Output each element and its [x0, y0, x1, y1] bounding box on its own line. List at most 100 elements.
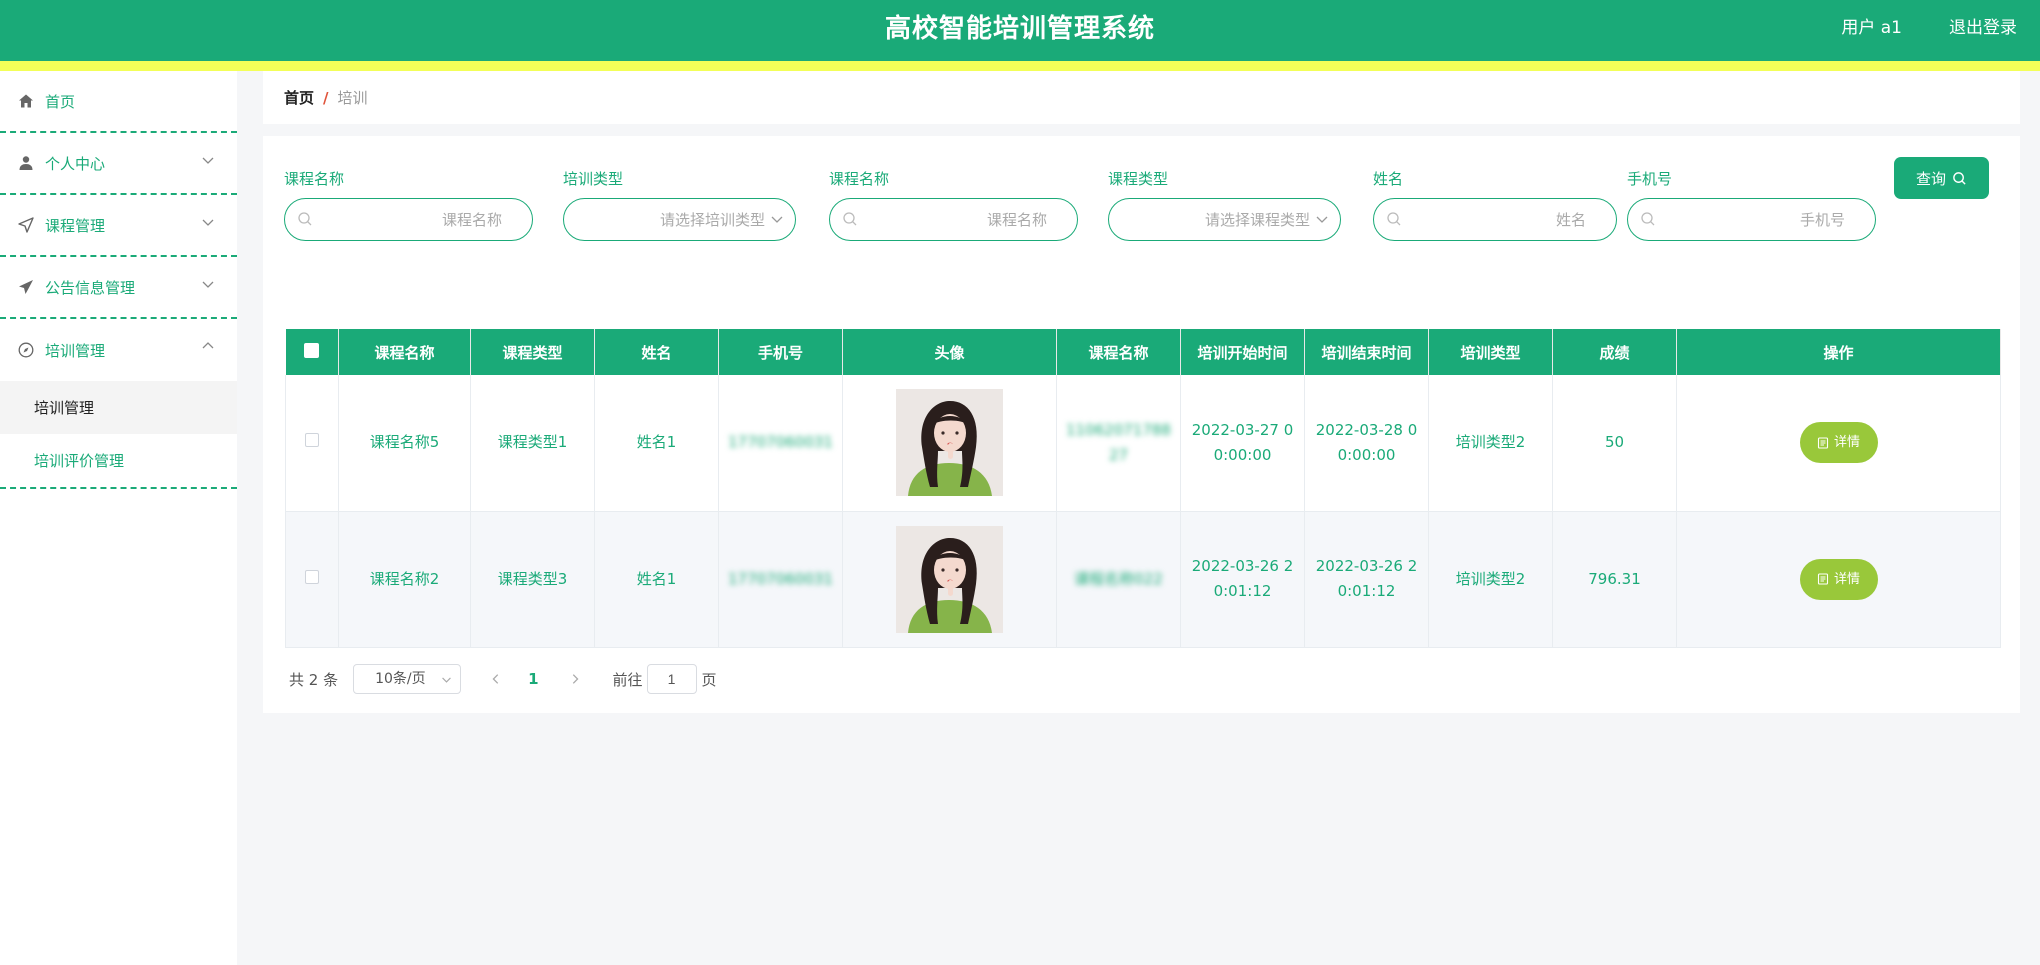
column-header: 培训结束时间: [1304, 329, 1429, 375]
course-type-input[interactable]: [1123, 207, 1310, 233]
cell-training-type: 培训类型2: [1428, 511, 1553, 648]
row-checkbox[interactable]: [305, 569, 319, 584]
filter-phone: 手机号: [1627, 168, 1876, 241]
phone-field[interactable]: [1627, 198, 1876, 241]
filter-label: 手机号: [1627, 170, 1673, 188]
filter-label: 课程类型: [1108, 170, 1169, 188]
cell-course-name-2: 11062071788 27: [1056, 375, 1181, 512]
avatar: [896, 525, 1003, 633]
row-checkbox[interactable]: [305, 433, 319, 448]
sidebar-item-label: 课程管理: [45, 216, 106, 235]
training-type-select[interactable]: [563, 198, 796, 241]
chevron-down-icon: [1316, 216, 1328, 223]
page-number-current[interactable]: 1: [528, 670, 538, 688]
sidebar-item-label: 公告信息管理: [45, 278, 136, 297]
breadcrumb: 首页 / 培训: [263, 71, 2020, 124]
filter-training-type: 培训类型: [563, 168, 796, 241]
chevron-down-icon: [202, 157, 214, 164]
cell-course-name: 课程名称5: [338, 375, 471, 512]
query-button-label: 查询: [1915, 169, 1946, 188]
app-title: 高校智能培训管理系统: [884, 14, 1155, 44]
sidebar-item-personal-center[interactable]: 个人中心: [0, 133, 237, 195]
search-icon: [1641, 212, 1655, 226]
chevron-down-icon: [202, 281, 214, 288]
chevron-down-icon: [442, 677, 451, 683]
course-type-select[interactable]: [1108, 198, 1341, 241]
sidebar-item-training-management[interactable]: 培训管理: [0, 319, 237, 381]
detail-button-label: 详情: [1833, 571, 1860, 587]
chevron-left-icon[interactable]: [488, 673, 504, 685]
avatar: [896, 389, 1003, 497]
phone-input[interactable]: [1660, 207, 1845, 233]
cell-phone: 17707060031: [718, 511, 843, 648]
sidebar-item-course-management[interactable]: 课程管理: [0, 195, 237, 257]
cell-name: 姓名1: [594, 511, 719, 648]
filter-course-name: 课程名称: [284, 168, 533, 241]
filter-label: 姓名: [1373, 170, 1404, 188]
chevron-right-icon[interactable]: [567, 673, 583, 685]
detail-button-label: 详情: [1833, 435, 1860, 451]
page-size-select[interactable]: 10条/页: [353, 664, 462, 694]
breadcrumb-home[interactable]: 首页: [284, 87, 314, 108]
training-type-input[interactable]: [578, 207, 765, 233]
select-all-checkbox[interactable]: [304, 342, 320, 358]
column-header: 成绩: [1552, 329, 1677, 375]
course-name-2-value-blurred: 11062071788 27: [1066, 420, 1171, 464]
goto-page-input[interactable]: [646, 664, 697, 694]
filter-label: 课程名称: [284, 170, 345, 188]
cell-course-type: 课程类型3: [470, 511, 595, 648]
filter-label: 课程名称: [829, 170, 890, 188]
paper-plane-icon: [17, 278, 35, 296]
chevron-down-icon: [202, 219, 214, 226]
cell-actions: 详情: [1676, 511, 2001, 648]
cell-score: 50: [1552, 375, 1677, 512]
header-stripe: [0, 61, 2040, 71]
table-row: 课程名称5 课程类型1 姓名1 17707060031 11062071788 …: [285, 375, 2001, 512]
chevron-down-icon: [771, 216, 783, 223]
detail-button[interactable]: 详情: [1799, 422, 1878, 464]
cell-start-time: 2022-03-26 2 0:01:12: [1180, 511, 1305, 648]
search-icon: [298, 212, 312, 226]
sidebar-subitem-training-evaluation[interactable]: 培训评价管理: [0, 434, 237, 487]
cell-name: 姓名1: [594, 375, 719, 512]
sidebar-item-label: 培训管理: [45, 341, 106, 360]
name-field[interactable]: [1373, 198, 1617, 241]
query-button[interactable]: 查询: [1894, 157, 1989, 199]
cell-avatar: [842, 375, 1057, 512]
course-name-2-input[interactable]: [862, 207, 1047, 233]
column-header: 培训开始时间: [1180, 329, 1305, 375]
pagination: 共 2 条 10条/页 1 前往 页: [289, 664, 717, 694]
cell-score: 796.31: [1552, 511, 1677, 648]
cell-end-time: 2022-03-28 0 0:00:00: [1304, 375, 1429, 512]
column-header: 课程类型: [470, 329, 595, 375]
sidebar: 首页 个人中心 课程管理 公告信息管理 培训管理 培训管理 培训评价管理: [0, 71, 237, 965]
cell-course-type: 课程类型1: [470, 375, 595, 512]
detail-button[interactable]: 详情: [1799, 558, 1878, 600]
column-header: 操作: [1676, 329, 2001, 375]
logout-link[interactable]: 退出登录: [1949, 13, 2017, 38]
training-submenu: 培训管理 培训评价管理: [0, 381, 237, 489]
course-name-input[interactable]: [317, 207, 502, 233]
column-header: 课程名称: [338, 329, 471, 375]
filter-name: 姓名: [1373, 168, 1617, 241]
cell-phone: 17707060031: [718, 375, 843, 512]
table-row: 课程名称2 课程类型3 姓名1 17707060031 课程名称022 2022…: [285, 511, 2001, 648]
sidebar-item-home[interactable]: 首页: [0, 71, 237, 133]
document-icon: [1817, 573, 1829, 585]
course-name-2-value-blurred: 课程名称022: [1074, 569, 1163, 588]
filter-course-type: 课程类型: [1108, 168, 1341, 241]
name-input[interactable]: [1406, 207, 1586, 233]
sidebar-subitem-training-management[interactable]: 培训管理: [0, 381, 237, 434]
chevron-up-icon: [202, 342, 214, 349]
table-header-row: 课程名称 课程类型 姓名 手机号 头像 课程名称 培训开始时间 培训结束时间 培…: [285, 329, 2001, 375]
user-icon: [17, 154, 35, 172]
filter-label: 培训类型: [563, 170, 624, 188]
cell-course-name: 课程名称2: [338, 511, 471, 648]
course-name-2-field[interactable]: [829, 198, 1078, 241]
main-panel: 课程名称 培训类型 课程名称 课程类型 姓名 手机: [263, 136, 2020, 713]
select-all-cell[interactable]: [285, 329, 339, 375]
sidebar-item-label: 首页: [45, 92, 76, 111]
goto-label: 前往: [612, 670, 643, 689]
course-name-field[interactable]: [284, 198, 533, 241]
sidebar-item-announcement-management[interactable]: 公告信息管理: [0, 257, 237, 319]
